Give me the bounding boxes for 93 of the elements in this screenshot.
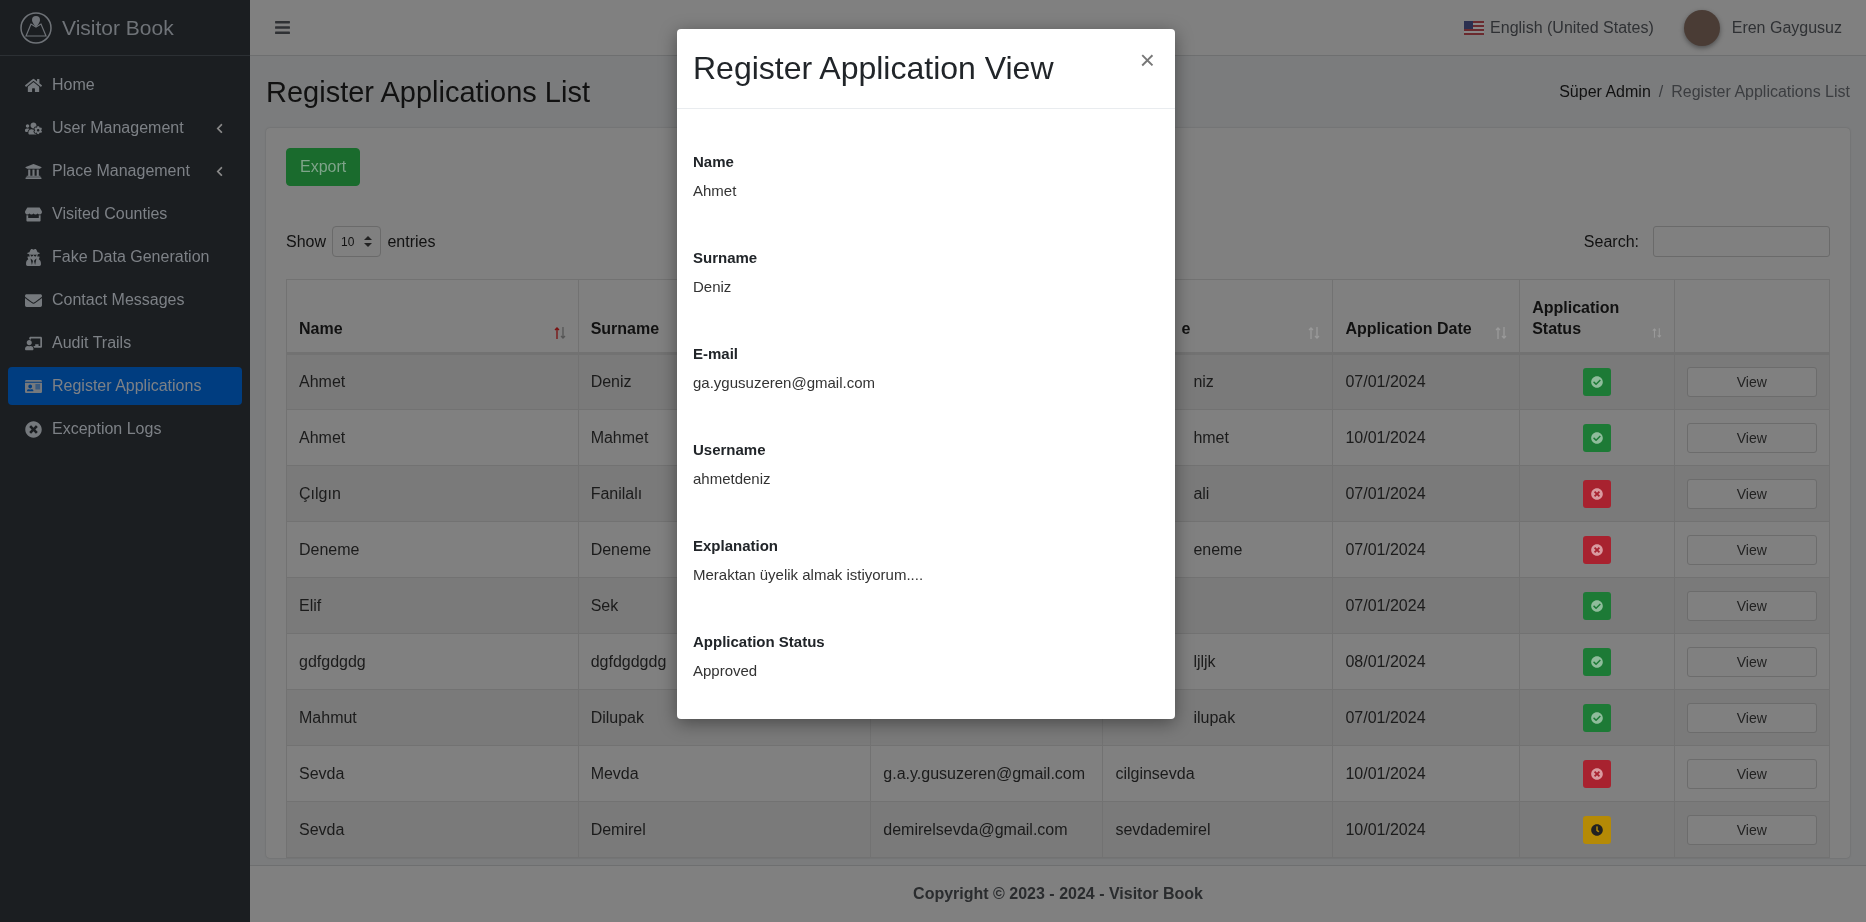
table-cell: Çılgın	[286, 465, 579, 522]
menu-item-icon	[25, 76, 42, 94]
sidebar-item[interactable]: Home	[8, 66, 242, 104]
menu-item-icon	[25, 334, 42, 352]
view-button[interactable]: View	[1686, 702, 1817, 733]
table-cell: Elif	[286, 577, 579, 634]
sort-icon[interactable]	[553, 326, 566, 340]
table-cell: 07/01/2024	[1332, 353, 1520, 410]
avatar	[1683, 9, 1720, 46]
sidebar-item[interactable]: User Management	[8, 109, 242, 147]
sidebar-item[interactable]: Audit Trails	[8, 324, 242, 362]
field-label: Application Status	[693, 633, 826, 650]
menu-item-icon	[25, 291, 42, 309]
table-cell: 10/01/2024	[1332, 409, 1520, 466]
breadcrumb-separator: /	[1658, 83, 1664, 101]
column-header[interactable]: e	[1181, 319, 1191, 340]
view-button[interactable]: View	[1686, 814, 1817, 845]
menu-item-icon	[25, 420, 42, 438]
table-cell: 10/01/2024	[1332, 801, 1520, 858]
table-cell: eneme	[1193, 540, 1243, 558]
field-label: Username	[693, 441, 767, 458]
entries-label: entries	[387, 232, 436, 251]
sidebar-item[interactable]: Fake Data Generation	[8, 238, 242, 276]
field-label: Surname	[693, 249, 759, 266]
view-button[interactable]: View	[1686, 758, 1817, 789]
table-cell: ljljk	[1193, 652, 1216, 670]
show-label: Show	[286, 232, 327, 251]
field-value: Deniz	[693, 278, 733, 295]
column-header[interactable]: Surname	[590, 319, 660, 340]
menu-item-icon	[25, 377, 42, 395]
sidebar-item[interactable]: Contact Messages	[8, 281, 242, 319]
table-cell: Ahmet	[286, 353, 579, 410]
table-cell: Deneme	[286, 521, 579, 578]
user-menu[interactable]: Eren Gaygusuz	[1683, 9, 1842, 46]
language-link[interactable]: English (United States)	[1464, 18, 1654, 37]
brand-title: Visitor Book	[62, 15, 174, 40]
view-button[interactable]: View	[1686, 534, 1817, 565]
sidebar-item[interactable]: Register Applications	[8, 367, 242, 405]
table-cell: 07/01/2024	[1332, 577, 1520, 634]
breadcrumb-item: Register Applications List	[1671, 83, 1850, 101]
field-value: Ahmet	[693, 182, 738, 199]
sort-icon[interactable]	[1651, 326, 1662, 340]
table-cell: 07/01/2024	[1332, 465, 1520, 522]
table-cell: Sevda	[286, 745, 579, 802]
modal-title: Register Application View	[693, 50, 1054, 87]
caret-icon	[364, 236, 373, 247]
footer-text: Copyright © 2023 - 2024 - Visitor Book	[913, 885, 1203, 903]
table-cell: 08/01/2024	[1332, 633, 1520, 690]
view-button[interactable]: View	[1686, 478, 1817, 509]
export-button[interactable]: Export	[286, 148, 361, 186]
column-header[interactable]: Application Date	[1345, 319, 1472, 340]
page-size-select[interactable]: 10	[332, 226, 382, 257]
menu-item-icon	[25, 162, 42, 180]
breadcrumb-item[interactable]: Süper Admin	[1559, 83, 1651, 101]
sidebar-item[interactable]: Visited Counties	[8, 195, 242, 233]
view-button[interactable]: View	[1686, 590, 1817, 621]
menu-item-icon	[25, 248, 42, 266]
table-cell: cilginsevda	[1115, 764, 1195, 782]
table-cell: niz	[1193, 373, 1214, 390]
table-cell: Demirel	[578, 801, 871, 858]
close-button[interactable]: ×	[1135, 45, 1159, 76]
column-header[interactable]: Name	[299, 319, 343, 340]
sidebar-item[interactable]: Place Management	[8, 152, 242, 190]
sidebar-item[interactable]: Exception Logs	[8, 410, 242, 448]
field-label: Explanation	[693, 537, 779, 554]
sort-icon[interactable]	[1308, 326, 1321, 340]
table-cell: g.a.y.gusuzeren@gmail.com	[883, 764, 1086, 782]
table-cell: 07/01/2024	[1332, 689, 1520, 746]
table-cell: Sevda	[286, 801, 579, 858]
table-cell: Ahmet	[286, 409, 579, 466]
search-label: Search:	[1583, 232, 1639, 251]
map-book-logo-icon	[20, 11, 52, 44]
view-button[interactable]: View	[1686, 646, 1817, 677]
sort-icon[interactable]	[1495, 326, 1508, 340]
table-cell: demirelsevda@gmail.com	[883, 820, 1068, 838]
menu-item-icon	[25, 205, 42, 223]
flag-icon	[1464, 20, 1485, 35]
table-cell: 07/01/2024	[1332, 521, 1520, 578]
table-cell: 10/01/2024	[1332, 745, 1520, 802]
field-value: ahmetdeniz	[693, 470, 772, 487]
view-button[interactable]: View	[1686, 367, 1817, 397]
view-button[interactable]: View	[1686, 422, 1817, 453]
table-cell: ilupak	[1193, 708, 1236, 726]
page-title: Register Applications List	[266, 75, 590, 109]
table-cell: Mevda	[578, 745, 871, 802]
table-cell: gdfgdgdg	[286, 633, 579, 690]
table-cell: Mahmut	[286, 689, 579, 746]
menu-icon[interactable]	[274, 19, 291, 36]
table-cell: sevdademirel	[1115, 820, 1211, 838]
table-cell: hmet	[1193, 428, 1229, 446]
field-label: Name	[693, 153, 735, 170]
table-cell: ali	[1193, 484, 1210, 502]
field-value: Approved	[693, 662, 759, 679]
